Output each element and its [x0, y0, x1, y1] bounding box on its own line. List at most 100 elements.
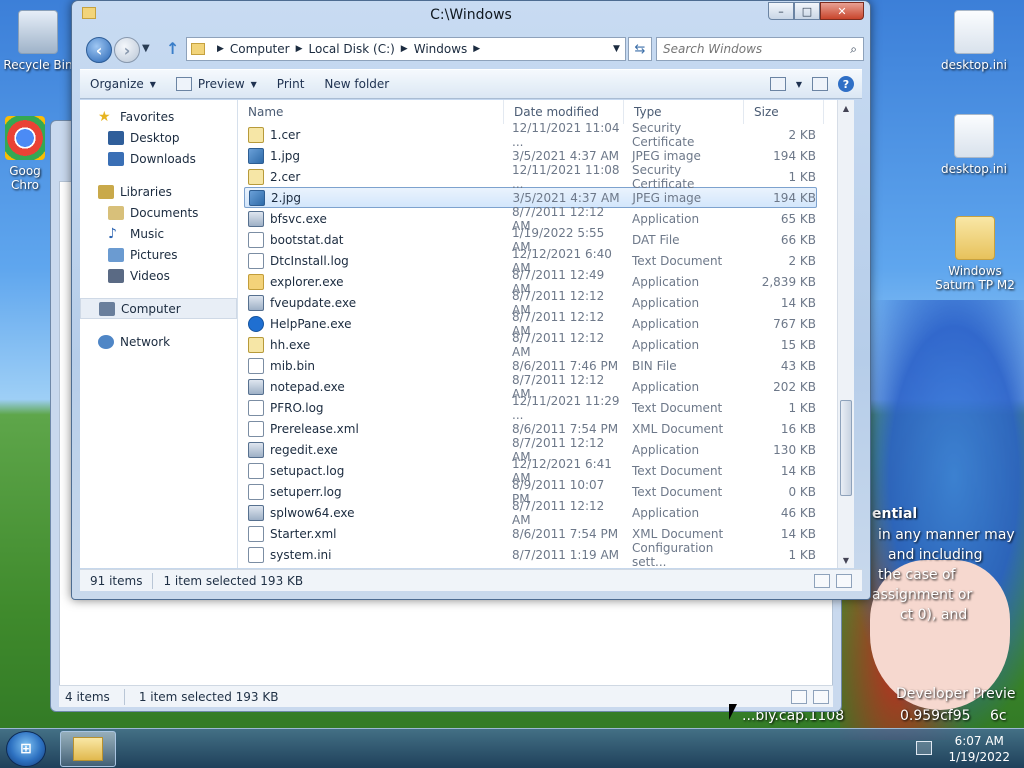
- large-icons-view-icon[interactable]: [813, 689, 829, 704]
- file-name-cell: 1.jpg: [248, 147, 504, 164]
- taskbar-explorer-button[interactable]: [60, 731, 116, 767]
- start-button[interactable]: ⊞: [6, 731, 46, 767]
- clock-date: 1/19/2022: [948, 750, 1010, 764]
- recent-pages-dropdown[interactable]: ▼: [142, 43, 150, 54]
- table-row[interactable]: splwow64.exe 8/7/2011 12:12 AM Application…: [248, 499, 854, 527]
- breadcrumb-computer[interactable]: Computer: [230, 42, 290, 56]
- column-header-size[interactable]: Size: [744, 100, 824, 124]
- search-box[interactable]: ⌕: [656, 37, 864, 61]
- breadcrumb-arrow-icon[interactable]: ▶: [473, 44, 480, 54]
- search-input[interactable]: [663, 42, 851, 56]
- wallpaper-text: ential: [872, 506, 918, 522]
- status-separator: [123, 688, 125, 705]
- table-row[interactable]: PFRO.log 12/11/2021 11:29 ... Text Documen…: [248, 394, 854, 422]
- file-name: bfsvc.exe: [270, 211, 327, 226]
- scrollbar-thumb[interactable]: [840, 400, 852, 496]
- nav-computer[interactable]: Computer: [80, 298, 237, 319]
- file-name-cell: splwow64.exe: [248, 504, 504, 521]
- breadcrumb-windows[interactable]: Windows: [414, 42, 468, 56]
- help-icon[interactable]: ?: [838, 76, 854, 92]
- file-name: DtcInstall.log: [270, 253, 349, 268]
- breadcrumb-local-disk[interactable]: Local Disk (C:): [309, 42, 395, 56]
- file-name: setupact.log: [270, 463, 345, 478]
- change-view-icon[interactable]: [769, 77, 786, 91]
- nav-libraries[interactable]: Libraries: [80, 181, 237, 202]
- organize-button[interactable]: Organize ▼: [80, 72, 166, 96]
- nav-label: Downloads: [130, 151, 196, 166]
- computer-icon: [99, 301, 115, 316]
- nav-favorites[interactable]: ★ Favorites: [80, 106, 237, 127]
- preview-button[interactable]: Preview ▼: [166, 72, 267, 96]
- file-name: splwow64.exe: [270, 505, 355, 520]
- details-view-icon[interactable]: [791, 689, 807, 704]
- file-type: Application: [632, 274, 700, 289]
- refresh-button[interactable]: ⇆: [628, 37, 652, 61]
- close-button[interactable]: ✕: [820, 2, 864, 20]
- desktop-icon-label: Recycle Bin: [3, 58, 73, 72]
- forward-button[interactable]: ›: [114, 37, 140, 63]
- table-row[interactable]: Starter.xml 8/6/2011 7:54 PM XML Document 1…: [248, 523, 854, 544]
- nav-music[interactable]: ♪ Music: [80, 223, 237, 244]
- chevron-down-icon[interactable]: ▼: [796, 80, 802, 89]
- breadcrumb-arrow-icon[interactable]: ▶: [401, 44, 408, 54]
- column-header-name[interactable]: Name: [238, 100, 504, 124]
- vertical-scrollbar[interactable]: ▲ ▼: [837, 100, 854, 568]
- scroll-up-arrow-icon[interactable]: ▲: [838, 100, 854, 116]
- address-dropdown-icon[interactable]: ▼: [607, 38, 625, 60]
- desktop-icon-desktop-ini-2[interactable]: desktop.ini: [938, 114, 1010, 176]
- large-icons-view-icon[interactable]: [836, 573, 852, 588]
- clock[interactable]: 6:07 AM 1/19/2022: [948, 733, 1010, 765]
- desktop-icon-label: desktop.ini: [941, 58, 1007, 72]
- music-icon: ♪: [108, 225, 117, 242]
- breadcrumb-arrow-icon[interactable]: ▶: [217, 44, 224, 54]
- search-icon[interactable]: ⌕: [850, 42, 857, 57]
- table-row[interactable]: 2.cer 12/11/2021 11:08 ... Security Certif…: [248, 163, 854, 191]
- file-type: Text Document: [632, 463, 723, 478]
- scroll-down-arrow-icon[interactable]: ▼: [838, 552, 854, 568]
- wallpaper-text: 0.959cf95: [900, 708, 971, 724]
- desktop-icon: [108, 130, 124, 145]
- new-folder-button[interactable]: New folder: [314, 72, 399, 96]
- desktop-icon-desktop-ini-1[interactable]: desktop.ini: [938, 10, 1010, 72]
- libraries-icon: [98, 184, 114, 199]
- file-name-cell: notepad.exe: [248, 378, 504, 395]
- file-name: 2.cer: [270, 169, 301, 184]
- file-icon: [248, 462, 264, 479]
- explorer-window[interactable]: C:\Windows – □ ✕ ‹ › ▼ ↑ ▶ Computer ▶ Lo…: [71, 0, 871, 600]
- minimize-button[interactable]: –: [768, 2, 794, 20]
- file-icon: [248, 315, 264, 332]
- file-icon: [249, 189, 265, 206]
- table-row[interactable]: hh.exe 8/7/2011 12:12 AM Application 15 KB: [248, 331, 854, 359]
- desktop-icon-chrome[interactable]: Goog Chro: [0, 116, 50, 192]
- file-size: 2 KB: [788, 127, 816, 142]
- file-type: Application: [632, 337, 700, 352]
- file-icon: [248, 273, 264, 290]
- file-size: 2,839 KB: [761, 274, 816, 289]
- breadcrumb-arrow-icon[interactable]: ▶: [296, 44, 303, 54]
- nav-documents[interactable]: Documents: [80, 202, 237, 223]
- desktop-icon-label: Goog Chro: [9, 164, 41, 192]
- network-tray-icon[interactable]: [916, 741, 932, 755]
- desktop-icon-recycle-bin[interactable]: Recycle Bin: [2, 10, 74, 72]
- file-date: 12/11/2021 11:04 ...: [512, 120, 620, 149]
- file-size: 194 KB: [773, 190, 816, 205]
- nav-network[interactable]: Network: [80, 331, 237, 352]
- preview-pane-icon[interactable]: [812, 77, 828, 91]
- address-bar[interactable]: ▶ Computer ▶ Local Disk (C:) ▶ Windows ▶…: [186, 37, 626, 61]
- print-button[interactable]: Print: [267, 72, 315, 96]
- up-arrow-icon[interactable]: ↑: [166, 39, 179, 58]
- file-icon: [248, 378, 264, 395]
- file-name: 1.jpg: [270, 148, 301, 163]
- file-date: 8/7/2011 12:12 AM: [512, 330, 605, 359]
- back-button[interactable]: ‹: [86, 37, 112, 63]
- details-view-icon[interactable]: [814, 573, 830, 588]
- desktop-icon-label: Windows Saturn TP M2: [935, 264, 1015, 292]
- nav-desktop[interactable]: Desktop: [80, 127, 237, 148]
- desktop-icon-folder[interactable]: Windows Saturn TP M2: [930, 216, 1020, 292]
- table-row[interactable]: 1.cer 12/11/2021 11:04 ... Security Certif…: [248, 121, 854, 149]
- table-row[interactable]: system.ini 8/7/2011 1:19 AM Configuration …: [248, 541, 854, 568]
- maximize-button[interactable]: □: [794, 2, 820, 20]
- nav-videos[interactable]: Videos: [80, 265, 237, 286]
- nav-pictures[interactable]: Pictures: [80, 244, 237, 265]
- nav-downloads[interactable]: Downloads: [80, 148, 237, 169]
